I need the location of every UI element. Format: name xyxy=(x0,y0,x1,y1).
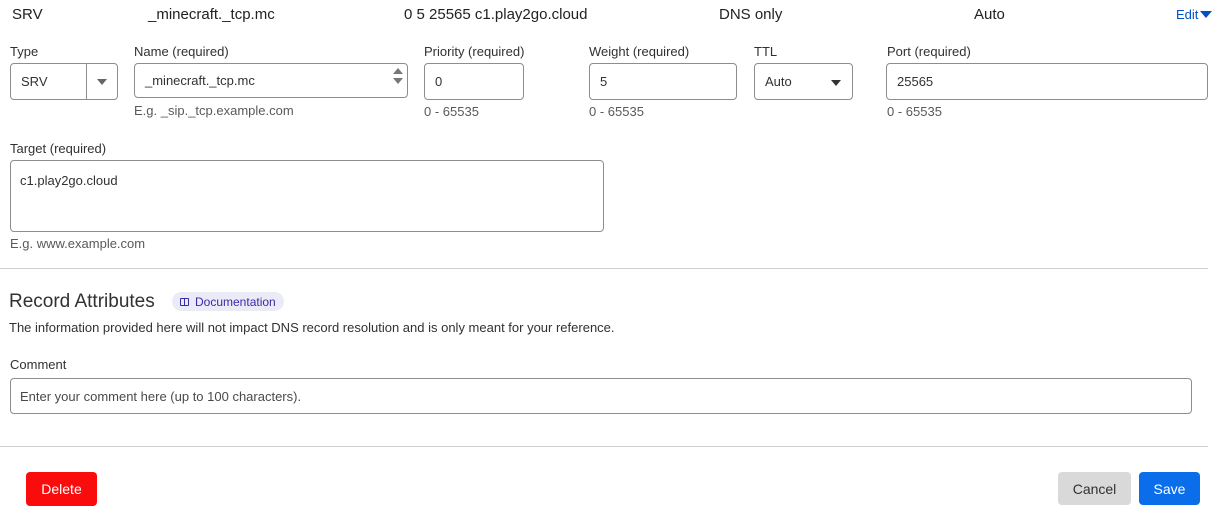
weight-input[interactable]: 5 xyxy=(589,63,737,100)
summary-proxy-status: DNS only xyxy=(719,6,783,23)
ttl-select-value: Auto xyxy=(765,74,792,89)
spin-up-icon[interactable] xyxy=(393,68,403,74)
port-hint: 0 - 65535 xyxy=(887,104,942,119)
name-label: Name (required) xyxy=(134,44,229,59)
target-hint: E.g. www.example.com xyxy=(10,236,146,251)
weight-label: Weight (required) xyxy=(589,44,690,59)
summary-content: 0 5 25565 c1.play2go.cloud xyxy=(404,6,588,23)
summary-ttl: Auto xyxy=(974,6,1005,23)
record-attributes-description: The information provided here will not i… xyxy=(9,320,615,335)
ttl-label: TTL xyxy=(754,44,778,59)
edit-link[interactable]: Edit xyxy=(1176,7,1213,22)
book-icon xyxy=(180,297,189,306)
comment-label: Comment xyxy=(10,357,67,372)
select-separator xyxy=(86,64,87,99)
chevron-down-icon xyxy=(97,79,107,85)
priority-label: Priority (required) xyxy=(424,44,525,59)
delete-button[interactable]: Delete xyxy=(26,472,97,506)
record-attributes-title: Record Attributes xyxy=(9,291,155,312)
summary-type: SRV xyxy=(12,6,43,23)
type-select[interactable]: SRV xyxy=(10,63,118,100)
comment-input[interactable]: Enter your comment here (up to 100 chara… xyxy=(10,378,1192,414)
ttl-select[interactable]: Auto xyxy=(754,63,853,100)
target-textarea-value: c1.play2go.cloud xyxy=(20,173,118,188)
edit-label: Edit xyxy=(1176,7,1199,22)
name-input[interactable]: _minecraft._tcp.mc xyxy=(134,63,408,98)
target-textarea[interactable]: c1.play2go.cloud xyxy=(10,160,604,232)
priority-input-value: 0 xyxy=(435,74,443,89)
documentation-link[interactable]: Documentation xyxy=(172,292,284,311)
weight-input-value: 5 xyxy=(600,74,608,89)
port-input[interactable]: 25565 xyxy=(886,63,1208,100)
documentation-label: Documentation xyxy=(195,294,276,309)
caret-down-icon xyxy=(1200,11,1213,18)
save-button[interactable]: Save xyxy=(1139,472,1200,505)
comment-placeholder: Enter your comment here (up to 100 chara… xyxy=(20,388,302,404)
port-input-value: 25565 xyxy=(897,74,934,89)
name-spinner[interactable] xyxy=(393,68,403,84)
footer-divider xyxy=(0,446,1208,447)
type-select-value: SRV xyxy=(21,74,48,89)
target-label: Target (required) xyxy=(10,141,107,156)
type-label: Type xyxy=(10,44,39,59)
name-input-value: _minecraft._tcp.mc xyxy=(145,73,255,88)
summary-name: _minecraft._tcp.mc xyxy=(148,6,275,23)
priority-hint: 0 - 65535 xyxy=(424,104,479,119)
section-divider xyxy=(0,268,1208,269)
name-hint: E.g. _sip._tcp.example.com xyxy=(134,103,294,118)
weight-hint: 0 - 65535 xyxy=(589,104,644,119)
cancel-button[interactable]: Cancel xyxy=(1058,472,1131,505)
port-label: Port (required) xyxy=(887,44,971,59)
chevron-down-icon xyxy=(831,80,841,86)
priority-input[interactable]: 0 xyxy=(424,63,524,100)
spin-down-icon[interactable] xyxy=(393,78,403,84)
